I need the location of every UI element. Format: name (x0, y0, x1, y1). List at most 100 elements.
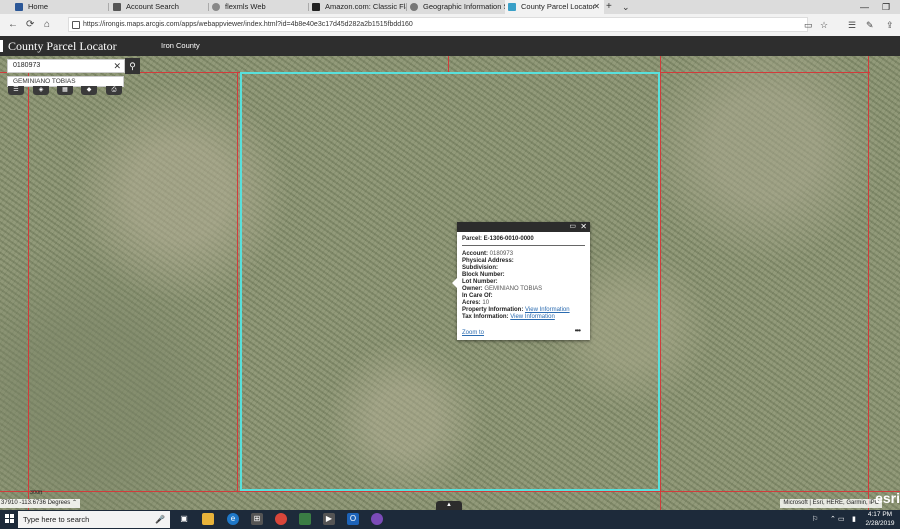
basemap-tool-icon[interactable]: ▦ (57, 86, 73, 95)
tab-account-search[interactable]: Account Search (110, 0, 207, 14)
field-value: GEMINIANO TOBIAS (484, 286, 543, 292)
app-icon[interactable] (299, 513, 311, 525)
scale-bar: 300ft (30, 490, 43, 496)
network-icon[interactable]: ▭ (838, 514, 845, 525)
home-icon[interactable]: ⌂ (44, 18, 50, 32)
tax-info-link[interactable]: View Information (510, 314, 555, 320)
search-input-value: 0180973 (13, 62, 41, 69)
app-title: County Parcel Locator (0, 39, 117, 53)
field-value: 10 (482, 300, 490, 306)
taskbar: Type here to search 🎤 ▣ e ⊞ ▶ O ⚐ ⌃ ▭ ▮ … (0, 510, 900, 529)
maximize-icon[interactable]: ▭ (569, 222, 576, 232)
zoom-to-link[interactable]: Zoom to (462, 330, 484, 336)
suggestion-text: GEMINIANO TOBIAS (13, 78, 76, 85)
coordinate-readout: 37910 -113.6736 Degrees ⌃ (0, 499, 80, 508)
field-owner: Owner: GEMINIANO TOBIAS (462, 286, 587, 293)
tab-amazon[interactable]: Amazon.com: Classic Flame (309, 0, 406, 14)
search-button[interactable]: ⚲ (125, 58, 140, 74)
photos-icon[interactable]: ▶ (323, 513, 335, 525)
home-tab-icon (15, 3, 23, 11)
parcel-popup: ▭ ✕ Parcel: E-1306-0010-0000 Account: 01… (452, 222, 590, 340)
esri-logo: esri (875, 490, 900, 506)
taskbar-search-placeholder: Type here to search (23, 515, 90, 524)
parcel-tab-icon (508, 3, 516, 11)
file-explorer-icon[interactable] (202, 513, 214, 525)
amazon-tab-icon (312, 3, 320, 11)
tab-county-parcel-locator[interactable]: County Parcel Locator ✕ (505, 0, 604, 14)
more-options-icon[interactable]: ••• (575, 326, 581, 335)
task-view-icon[interactable]: ▣ (178, 513, 190, 525)
microphone-icon[interactable]: 🎤 (155, 511, 165, 528)
tab-label: Account Search (126, 2, 179, 11)
new-tab-icon[interactable]: + (606, 0, 612, 14)
field-property-information: Property Information: View Information (462, 307, 587, 314)
taskbar-search-box[interactable]: Type here to search 🎤 (18, 511, 170, 528)
url-field[interactable]: https://irongis.maps.arcgis.com/apps/web… (68, 17, 808, 32)
parcel-line (448, 56, 449, 72)
tab-label: Geographic Information Sys (423, 2, 505, 11)
store-icon[interactable]: ⊞ (251, 513, 263, 525)
field-label: Account: (462, 251, 488, 257)
chevron-down-icon[interactable]: ⌄ (622, 0, 630, 14)
print-tool-icon[interactable]: ⎙ (106, 86, 122, 95)
tab-label: Amazon.com: Classic Flame (325, 2, 406, 11)
clear-icon[interactable]: ✕ (113, 60, 121, 72)
close-icon[interactable]: ✕ (580, 222, 587, 232)
close-tab-icon[interactable]: ✕ (593, 0, 600, 14)
field-acres: Acres: 10 (462, 300, 587, 307)
windows-start-icon[interactable] (5, 514, 15, 524)
maps-app-icon[interactable] (371, 513, 383, 525)
selected-parcel-outline (240, 72, 660, 491)
list-tool-icon[interactable]: ☰ (8, 86, 24, 95)
bookmark-tool-icon[interactable]: ◆ (81, 86, 97, 95)
field-label: In Care Of: (462, 293, 493, 299)
clock-time: 4:17 PM (867, 511, 893, 518)
tab-flexmls[interactable]: flexmls Web (209, 0, 307, 14)
chevron-up-icon[interactable]: ⌃ (72, 500, 77, 506)
minimize-icon[interactable]: — (860, 0, 869, 14)
taskbar-clock[interactable]: 4:17 PM 2/28/2019 (862, 510, 898, 528)
app-subtitle: Iron County (161, 41, 200, 50)
tab-divider (108, 3, 109, 11)
parcel-line (660, 56, 661, 510)
reading-view-icon[interactable]: ▭ (804, 18, 813, 32)
outlook-icon[interactable]: O (347, 513, 359, 525)
property-info-link[interactable]: View Information (525, 307, 570, 313)
search-icon: ⚲ (129, 61, 136, 71)
layers-tool-icon[interactable]: ◈ (33, 86, 49, 95)
tab-label: County Parcel Locator (521, 2, 596, 11)
restore-icon[interactable]: ❐ (882, 0, 890, 14)
field-block-number: Block Number: (462, 272, 587, 279)
app-header: County Parcel Locator Iron County (0, 36, 900, 56)
favorites-hub-icon[interactable]: ☰ (848, 18, 856, 32)
back-icon[interactable]: ← (8, 18, 18, 32)
battery-icon[interactable]: ▮ (852, 514, 856, 525)
chrome-icon[interactable] (275, 513, 287, 525)
popup-title: Parcel: E-1306-0010-0000 (462, 236, 534, 242)
favorite-star-icon[interactable]: ☆ (820, 18, 828, 32)
address-bar: ← ⟳ ⌂ https://irongis.maps.arcgis.com/ap… (0, 14, 900, 37)
refresh-icon[interactable]: ⟳ (26, 18, 34, 32)
parcel-line (868, 56, 869, 510)
field-in-care-of: In Care Of: (462, 293, 587, 300)
parcel-line (237, 72, 238, 492)
search-input[interactable]: 0180973 ✕ (7, 59, 125, 73)
field-label: Subdivision: (462, 265, 498, 271)
tab-home[interactable]: Home (12, 0, 107, 14)
edge-browser-icon[interactable]: e (227, 513, 239, 525)
notes-icon[interactable]: ✎ (866, 18, 874, 32)
attribute-table-handle[interactable]: ▲ (436, 501, 462, 510)
field-label: Owner: (462, 286, 483, 292)
field-tax-information: Tax Information: View Information (462, 314, 587, 321)
tab-gis[interactable]: Geographic Information Sys (407, 0, 505, 14)
people-icon[interactable]: ⚐ (812, 514, 818, 525)
map-view[interactable]: 0180973 ✕ ⚲ GEMINIANO TOBIAS ☰ ◈ ▦ ◆ ⎙ ▭… (0, 56, 900, 510)
share-icon[interactable]: ⇪ (886, 18, 894, 32)
lock-icon (72, 21, 80, 29)
field-value: 0180973 (489, 251, 514, 257)
field-label: Property Information: (462, 307, 524, 313)
chevron-up-icon[interactable]: ⌃ (830, 514, 836, 525)
parcel-line (660, 72, 870, 73)
flexmls-tab-icon (212, 3, 220, 11)
parcel-line (0, 491, 900, 492)
